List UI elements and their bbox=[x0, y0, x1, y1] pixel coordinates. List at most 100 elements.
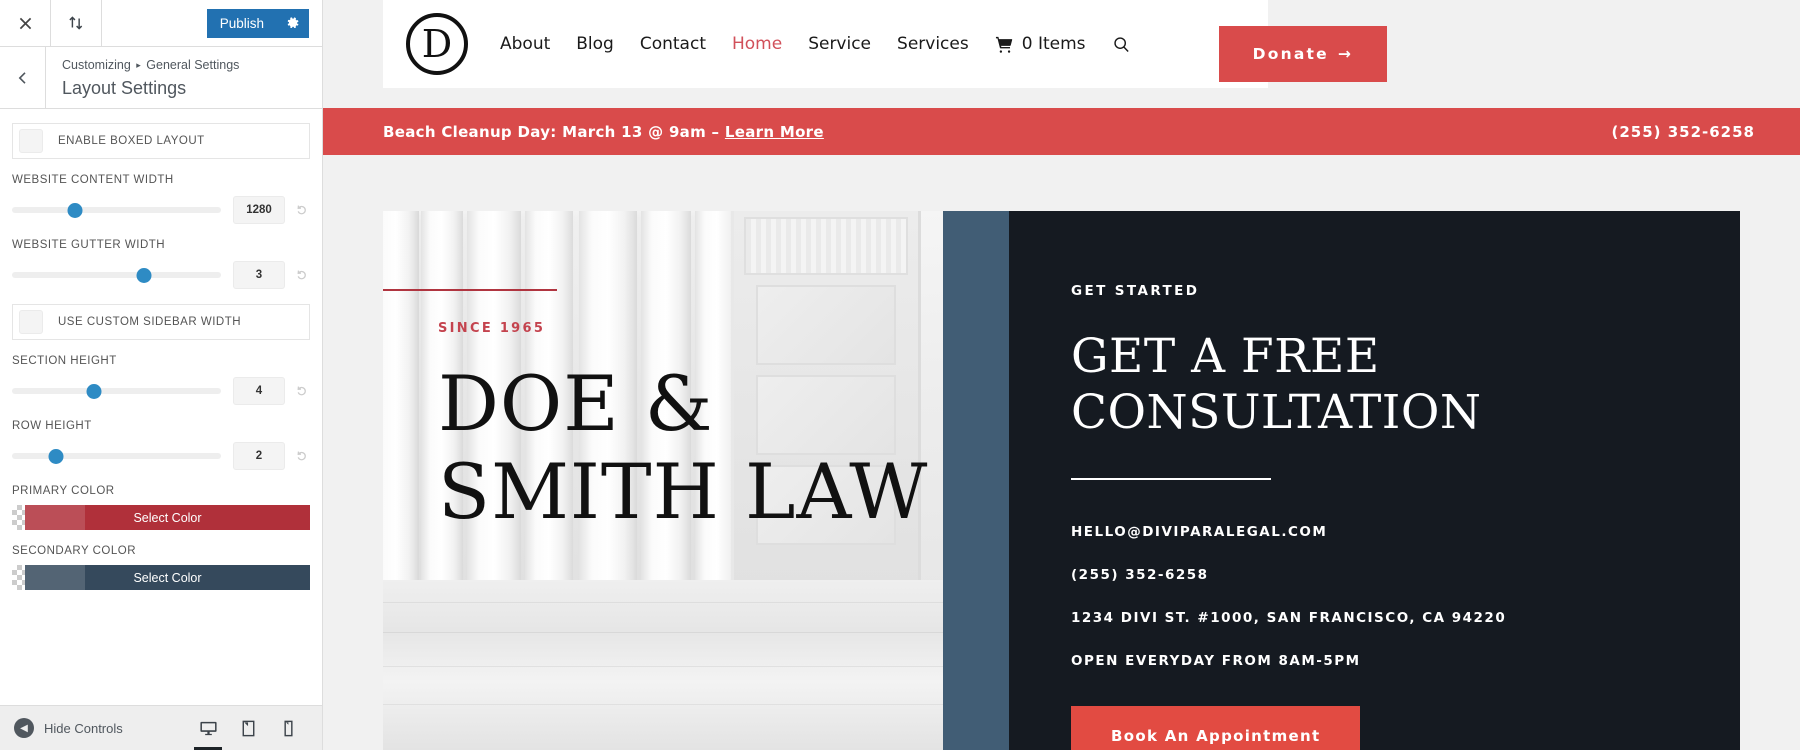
cart-label: 0 Items bbox=[1021, 34, 1086, 54]
main-navigation: About Blog Contact Home Service Services… bbox=[500, 34, 1131, 54]
arrow-right-icon: → bbox=[1337, 45, 1353, 63]
row-height-slider[interactable] bbox=[12, 448, 221, 464]
customizer-panel-header: Customizing ▸ General Settings Layout Se… bbox=[0, 47, 322, 109]
control-website-content-width: Website Content Width 1280 bbox=[12, 174, 310, 224]
collapse-arrows-icon[interactable] bbox=[51, 0, 102, 46]
website-content-width-slider[interactable] bbox=[12, 202, 221, 218]
cart-link[interactable]: 0 Items bbox=[995, 34, 1086, 54]
color-fade-overlay bbox=[25, 505, 85, 530]
customizer-screen: Publish Customizing ▸ General Settings L… bbox=[0, 0, 1800, 750]
hero-section: Since 1965 DOE & SMITH LAW Get Started G… bbox=[323, 155, 1800, 750]
book-appointment-button[interactable]: Book An Appointment bbox=[1071, 705, 1361, 750]
section-height-label: Section Height bbox=[12, 355, 117, 367]
customizer-topbar: Publish bbox=[0, 0, 322, 47]
search-icon[interactable] bbox=[1112, 35, 1131, 54]
panel-header-text: Customizing ▸ General Settings Layout Se… bbox=[46, 47, 239, 108]
color-fade-overlay bbox=[25, 565, 85, 590]
breadcrumb-root[interactable]: Customizing bbox=[62, 58, 131, 72]
website-gutter-width-row: 3 bbox=[12, 261, 310, 289]
nav-item-about[interactable]: About bbox=[500, 34, 550, 54]
checkbox-box[interactable] bbox=[19, 129, 43, 153]
slider-handle[interactable] bbox=[136, 268, 152, 283]
desktop-icon[interactable] bbox=[188, 706, 228, 750]
consultation-title: GET A FREE CONSULTATION bbox=[1071, 329, 1740, 442]
reset-icon[interactable] bbox=[295, 268, 310, 282]
section-height-row: 4 bbox=[12, 377, 310, 405]
primary-color-label: Primary Color bbox=[12, 485, 115, 497]
use-custom-sidebar-width-toggle[interactable]: Use Custom Sidebar Width bbox=[12, 304, 310, 340]
secondary-color-label: Secondary Color bbox=[12, 545, 137, 557]
contact-phone[interactable]: (255) 352-6258 bbox=[1071, 567, 1740, 583]
slider-track bbox=[12, 453, 221, 459]
page-title: Layout Settings bbox=[62, 77, 187, 98]
primary-color-row: Select Color bbox=[12, 505, 310, 530]
website-gutter-width-value[interactable]: 3 bbox=[233, 261, 285, 289]
announcement-bar: Beach Cleanup Day: March 13 @ 9am – Lear… bbox=[323, 108, 1800, 155]
slider-handle[interactable] bbox=[48, 449, 64, 464]
primary-select-color-button[interactable]: Select Color bbox=[25, 505, 310, 530]
customizer-footer: ◀ Hide Controls bbox=[0, 705, 322, 750]
row-height-value[interactable]: 2 bbox=[233, 442, 285, 470]
breadcrumb: Customizing ▸ General Settings bbox=[62, 57, 239, 75]
hero-left-content: Since 1965 DOE & SMITH LAW bbox=[438, 321, 928, 532]
donate-area: Donate → bbox=[1218, 0, 1800, 108]
hide-controls-label: Hide Controls bbox=[44, 720, 123, 736]
consultation-title-line2: CONSULTATION bbox=[1071, 385, 1482, 441]
nav-item-blog[interactable]: Blog bbox=[576, 34, 614, 54]
site-header-wrap: D About Blog Contact Home Service Servic… bbox=[323, 0, 1800, 108]
control-section-height: Section Height 4 bbox=[12, 355, 310, 405]
donate-button[interactable]: Donate → bbox=[1218, 26, 1387, 82]
customizer-sidebar: Publish Customizing ▸ General Settings L… bbox=[0, 0, 323, 750]
close-icon[interactable] bbox=[0, 0, 51, 46]
slider-track bbox=[12, 272, 221, 278]
website-gutter-width-slider[interactable] bbox=[12, 267, 221, 283]
reset-icon[interactable] bbox=[295, 203, 310, 217]
control-row-height: Row Height 2 bbox=[12, 420, 310, 470]
collapse-left-icon: ◀ bbox=[14, 718, 34, 738]
gear-icon[interactable] bbox=[277, 8, 309, 38]
publish-button[interactable]: Publish bbox=[206, 8, 277, 38]
announcement-text: Beach Cleanup Day: March 13 @ 9am – Lear… bbox=[383, 123, 824, 141]
website-gutter-width-label: Website Gutter Width bbox=[12, 239, 166, 251]
website-content-width-value[interactable]: 1280 bbox=[233, 196, 285, 224]
control-website-gutter-width: Website Gutter Width 3 bbox=[12, 239, 310, 289]
website-content-width-label: Website Content Width bbox=[12, 174, 174, 186]
nav-item-home[interactable]: Home bbox=[732, 34, 782, 54]
breadcrumb-parent[interactable]: General Settings bbox=[146, 58, 239, 72]
reset-icon[interactable] bbox=[295, 449, 310, 463]
site-logo[interactable]: D bbox=[406, 13, 468, 75]
enable-boxed-layout-label: Enable Boxed Layout bbox=[58, 135, 205, 147]
slider-track bbox=[12, 207, 221, 213]
hero-image-column: Since 1965 DOE & SMITH LAW bbox=[383, 211, 943, 750]
contact-email[interactable]: HELLO@DIVIPARALEGAL.COM bbox=[1071, 524, 1740, 540]
breadcrumb-separator-icon: ▸ bbox=[136, 60, 141, 71]
eyebrow-label: Get Started bbox=[1071, 283, 1200, 299]
reset-icon[interactable] bbox=[295, 384, 310, 398]
slider-handle[interactable] bbox=[67, 203, 83, 218]
shopping-cart-icon bbox=[995, 36, 1012, 53]
nav-item-service[interactable]: Service bbox=[808, 34, 871, 54]
learn-more-link[interactable]: Learn More bbox=[725, 123, 824, 141]
nav-item-services[interactable]: Services bbox=[897, 34, 969, 54]
slider-track bbox=[12, 388, 221, 394]
announcement-phone[interactable]: (255) 352-6258 bbox=[1611, 123, 1755, 141]
firm-name-line2: SMITH LAW bbox=[438, 446, 929, 536]
contact-hours: OPEN EVERYDAY FROM 8AM-5PM bbox=[1071, 652, 1361, 669]
section-height-value[interactable]: 4 bbox=[233, 377, 285, 405]
site-header: D About Blog Contact Home Service Servic… bbox=[383, 0, 1268, 88]
mobile-icon[interactable] bbox=[268, 706, 308, 750]
hide-controls-button[interactable]: ◀ Hide Controls bbox=[14, 718, 123, 738]
consultation-title-line1: GET A FREE bbox=[1071, 329, 1380, 384]
panel-divider bbox=[1071, 477, 1271, 480]
slider-handle[interactable] bbox=[86, 384, 101, 399]
checkbox-box[interactable] bbox=[19, 310, 43, 334]
enable-boxed-layout-toggle[interactable]: Enable Boxed Layout bbox=[12, 123, 310, 159]
tablet-icon[interactable] bbox=[228, 706, 268, 750]
chevron-left-icon[interactable] bbox=[0, 47, 46, 108]
secondary-select-color-button[interactable]: Select Color bbox=[25, 565, 310, 590]
alpha-checker-swatch bbox=[12, 505, 25, 530]
control-enable-boxed-layout: Enable Boxed Layout bbox=[12, 123, 310, 159]
section-height-slider[interactable] bbox=[12, 383, 221, 399]
control-secondary-color: Secondary Color Select Color bbox=[12, 545, 310, 590]
nav-item-contact[interactable]: Contact bbox=[640, 34, 706, 54]
